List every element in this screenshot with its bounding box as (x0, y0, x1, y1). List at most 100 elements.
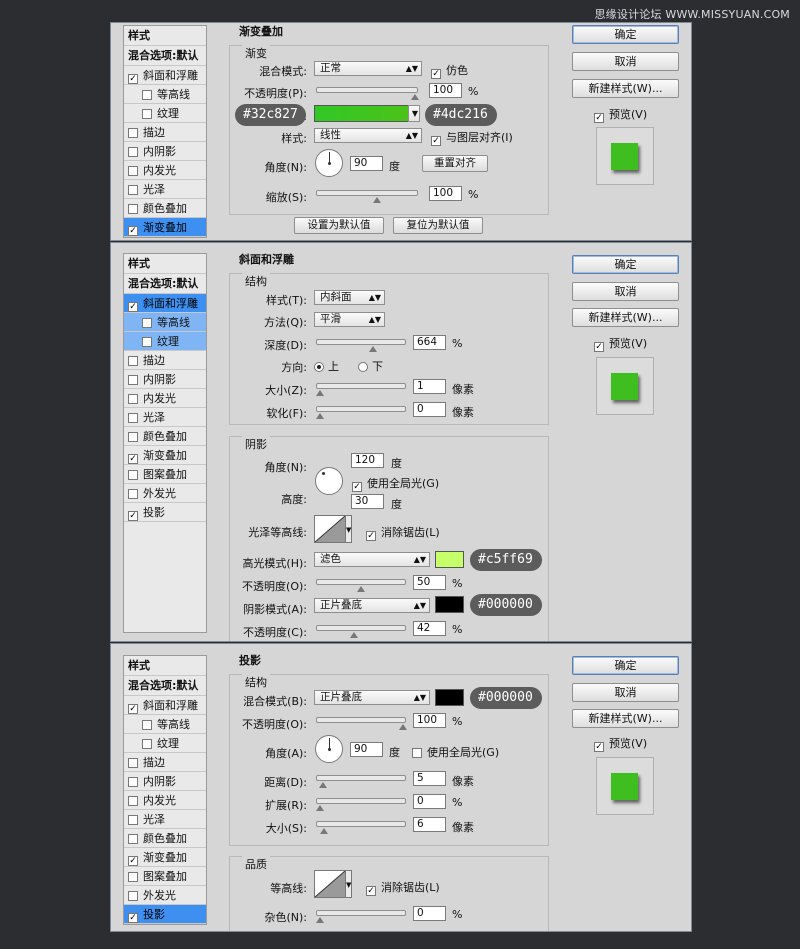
list-item-color-overlay[interactable]: 颜色叠加 (124, 199, 206, 218)
opacity-slider[interactable] (316, 87, 419, 100)
distance-slider[interactable] (316, 775, 406, 788)
list-item-gradient-overlay[interactable]: ✓ 渐变叠加 (124, 446, 206, 465)
list-item-stroke[interactable]: 描边 (124, 351, 206, 370)
size-input[interactable]: 6 (413, 817, 446, 832)
cancel-button[interactable]: 取消 (572, 52, 679, 71)
list-item-inner-glow[interactable]: 内发光 (124, 791, 206, 810)
list-item-color-overlay[interactable]: 颜色叠加 (124, 427, 206, 446)
blend-mode-select[interactable]: 正常 ▲▼ (314, 61, 422, 76)
list-item-pattern-overlay[interactable]: 图案叠加 (124, 867, 206, 886)
blend-mode-select[interactable]: 正片叠底 ▲▼ (314, 690, 430, 705)
list-item-texture[interactable]: 纹理 (124, 734, 206, 753)
distance-input[interactable]: 5 (413, 771, 446, 786)
blend-options-item[interactable]: 混合选项:默认 (124, 46, 206, 66)
size-slider[interactable] (316, 383, 406, 396)
global-light-check[interactable]: 使用全局光(G) (412, 744, 499, 760)
list-item-contour[interactable]: 等高线 (124, 715, 206, 734)
list-item-stroke[interactable]: 描边 (124, 123, 206, 142)
highlight-opacity-slider[interactable] (316, 579, 406, 592)
new-style-button[interactable]: 新建样式(W)... (572, 308, 679, 327)
spread-input[interactable]: 0 (413, 794, 446, 809)
chevron-down-icon[interactable]: ▼ (346, 870, 352, 898)
checkbox[interactable] (142, 90, 152, 100)
soften-slider[interactable] (316, 406, 406, 419)
align-layer-check[interactable]: ✓ 与图层对齐(I) (431, 129, 513, 146)
checkbox[interactable] (128, 166, 138, 176)
slider-knob[interactable] (316, 413, 324, 419)
checkbox[interactable] (128, 204, 138, 214)
opacity-slider[interactable] (316, 717, 407, 730)
ok-button[interactable]: 确定 (572, 25, 679, 44)
list-item-inner-shadow[interactable]: 内阴影 (124, 370, 206, 389)
global-light-check[interactable]: ✓ 使用全局光(G) (352, 475, 439, 492)
list-item-drop-shadow[interactable]: ✓ 投影 (124, 905, 206, 924)
preview-check[interactable]: ✓ 预览(V) (594, 335, 647, 352)
list-item-inner-shadow[interactable]: 内阴影 (124, 772, 206, 791)
contour-swatch[interactable] (314, 870, 346, 898)
slider-knob[interactable] (369, 346, 377, 352)
bevel-style-select[interactable]: 内斜面 ▲▼ (314, 290, 385, 305)
checkbox[interactable]: ✓ (128, 226, 138, 236)
highlight-mode-select[interactable]: 滤色 ▲▼ (314, 552, 430, 567)
list-item-inner-shadow[interactable]: 内阴影 (124, 142, 206, 161)
shadow-color-swatch[interactable] (435, 689, 464, 706)
angle-input[interactable]: 90 (350, 156, 383, 171)
reset-align-button[interactable]: 重置对齐 (422, 155, 488, 172)
anti-alias-check[interactable]: ✓ 消除锯齿(L) (366, 879, 440, 896)
list-item-satin[interactable]: 光泽 (124, 408, 206, 427)
shadow-mode-select[interactable]: 正片叠底 ▲▼ (314, 598, 430, 613)
slider-knob[interactable] (399, 724, 407, 730)
blend-options-item[interactable]: 混合选项:默认 (124, 274, 206, 294)
slider-knob[interactable] (319, 782, 327, 788)
scale-slider[interactable] (316, 190, 418, 203)
list-item-gradient-overlay[interactable]: ✓ 渐变叠加 (124, 218, 206, 237)
shadow-color-swatch[interactable] (435, 596, 464, 613)
shadow-opacity-input[interactable]: 42 (413, 621, 446, 636)
angle-dial[interactable] (315, 467, 343, 495)
list-item-drop-shadow[interactable]: ✓ 投影 (124, 503, 206, 522)
ok-button[interactable]: 确定 (572, 656, 679, 675)
highlight-color-swatch[interactable] (435, 551, 464, 568)
size-slider[interactable] (316, 821, 406, 834)
gloss-contour-swatch[interactable] (314, 515, 346, 543)
checkbox[interactable] (128, 185, 138, 195)
cancel-button[interactable]: 取消 (572, 683, 679, 702)
list-item-stroke[interactable]: 描边 (124, 753, 206, 772)
spread-slider[interactable] (316, 798, 406, 811)
highlight-opacity-input[interactable]: 50 (413, 575, 446, 590)
anti-alias-check[interactable]: ✓ 消除锯齿(L) (366, 524, 440, 541)
gradient-swatch[interactable] (314, 105, 419, 122)
list-item-pattern-overlay[interactable]: 图案叠加 (124, 465, 206, 484)
opacity-input[interactable]: 100 (429, 83, 462, 98)
checkbox[interactable] (128, 147, 138, 157)
slider-knob[interactable] (316, 917, 324, 923)
list-item-gradient-overlay[interactable]: ✓ 渐变叠加 (124, 848, 206, 867)
list-item-color-overlay[interactable]: 颜色叠加 (124, 829, 206, 848)
direction-up-radio[interactable]: 上 (314, 358, 339, 374)
cancel-button[interactable]: 取消 (572, 282, 679, 301)
new-style-button[interactable]: 新建样式(W)... (572, 79, 679, 98)
list-item-bevel[interactable]: ✓ 斜面和浮雕 (124, 294, 206, 313)
angle-input[interactable]: 120 (351, 453, 384, 468)
list-item-texture[interactable]: 纹理 (124, 104, 206, 123)
direction-down-radio[interactable]: 下 (358, 358, 383, 374)
list-item-outer-glow[interactable]: 外发光 (124, 886, 206, 905)
list-item-texture[interactable]: 纹理 (124, 332, 206, 351)
slider-knob[interactable] (316, 390, 324, 396)
preview-check[interactable]: ✓ 预览(V) (594, 106, 647, 123)
noise-input[interactable]: 0 (413, 906, 446, 921)
shadow-opacity-slider[interactable] (316, 625, 406, 638)
list-item-inner-glow[interactable]: 内发光 (124, 389, 206, 408)
blend-options-item[interactable]: 混合选项:默认 (124, 676, 206, 696)
list-item-satin[interactable]: 光泽 (124, 180, 206, 199)
list-item-bevel[interactable]: ✓ 斜面和浮雕 (124, 696, 206, 715)
preview-check[interactable]: ✓ 预览(V) (594, 735, 647, 752)
new-style-button[interactable]: 新建样式(W)... (572, 709, 679, 728)
slider-knob[interactable] (320, 828, 328, 834)
soften-input[interactable]: 0 (413, 402, 446, 417)
depth-slider[interactable] (316, 339, 406, 352)
style-select[interactable]: 线性 ▲▼ (314, 128, 422, 143)
angle-input[interactable]: 90 (350, 742, 383, 757)
angle-dial[interactable] (315, 735, 343, 763)
technique-select[interactable]: 平滑 ▲▼ (314, 312, 385, 327)
